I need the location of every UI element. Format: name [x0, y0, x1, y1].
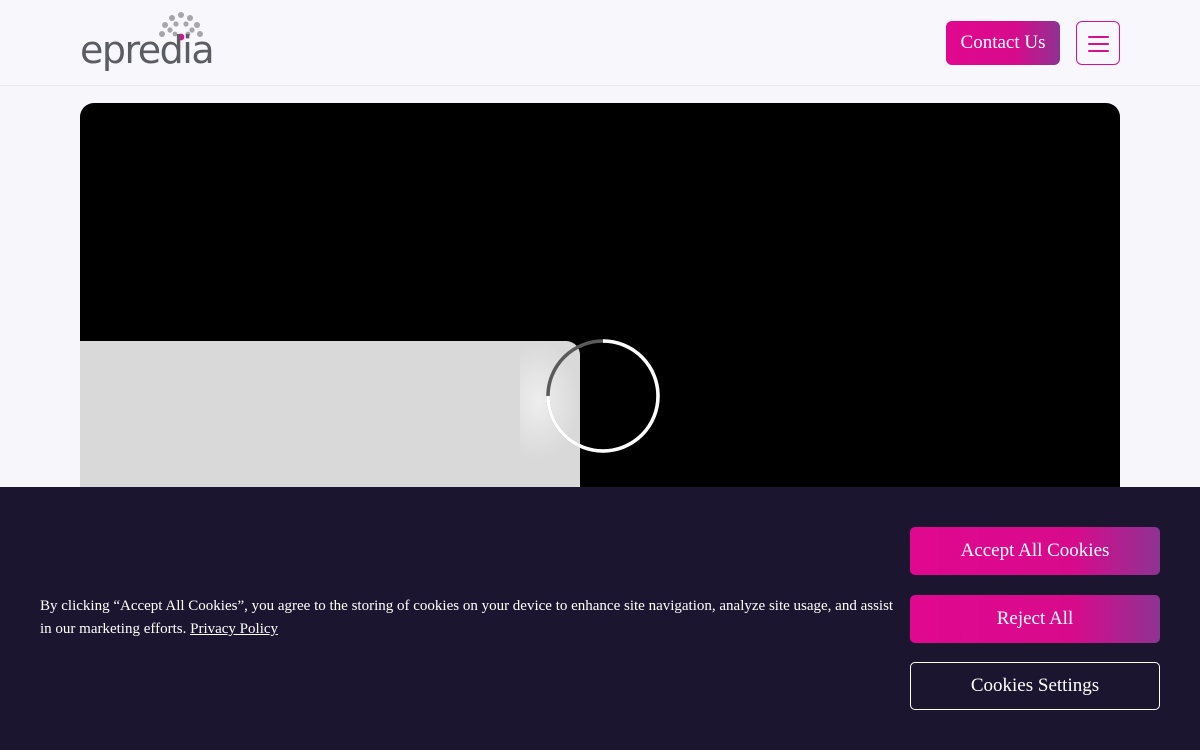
- cookie-consent-text: By clicking “Accept All Cookies”, you ag…: [40, 595, 900, 641]
- loading-spinner-icon: [546, 339, 660, 453]
- menu-button[interactable]: [1076, 21, 1120, 65]
- contact-us-button[interactable]: Contact Us: [946, 21, 1060, 65]
- cookie-description: By clicking “Accept All Cookies”, you ag…: [40, 598, 894, 637]
- cookies-settings-button[interactable]: Cookies Settings: [910, 662, 1160, 710]
- site-header: epredia Contact Us: [0, 0, 1200, 86]
- video-player[interactable]: [80, 103, 1120, 523]
- privacy-policy-link[interactable]: Privacy Policy: [190, 621, 278, 637]
- accept-all-cookies-button[interactable]: Accept All Cookies: [910, 527, 1160, 575]
- reject-all-button[interactable]: Reject All: [910, 595, 1160, 643]
- logo-text: epredia: [80, 28, 215, 72]
- cookie-consent-banner: By clicking “Accept All Cookies”, you ag…: [0, 487, 1200, 750]
- epredia-logo[interactable]: epredia: [80, 10, 215, 76]
